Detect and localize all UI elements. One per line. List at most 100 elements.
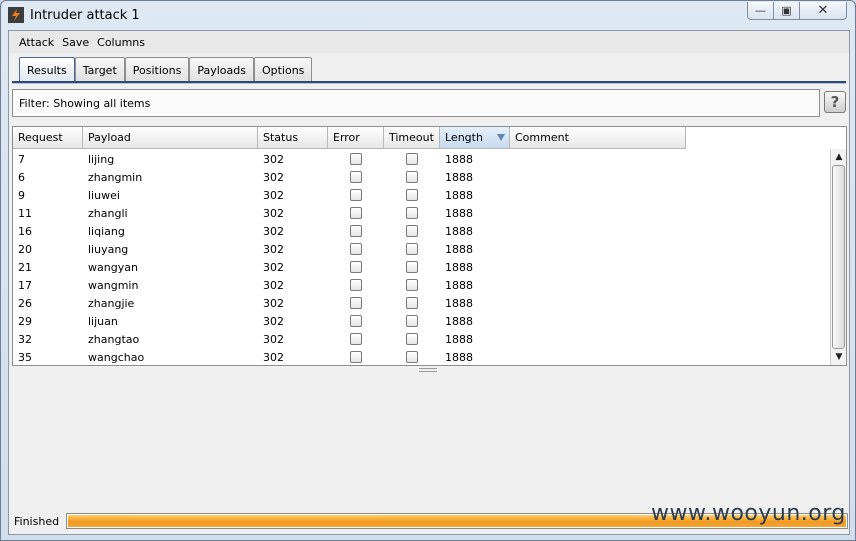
intruder-window: Intruder attack 1 — ▣ ✕ Attack Save Colu… [0, 0, 856, 541]
cell-request: 26 [18, 296, 32, 310]
title-bar[interactable]: Intruder attack 1 — ▣ ✕ [1, 1, 855, 31]
cell-error [328, 348, 384, 366]
table-row[interactable]: 21 wangyan 302 1888 [13, 258, 686, 276]
cell-request: 9 [18, 188, 25, 202]
table-row[interactable]: 9 liuwei 302 1888 [13, 186, 686, 204]
cell-timeout [384, 294, 440, 312]
cell-payload: zhangli [88, 206, 128, 220]
timeout-checkbox[interactable] [406, 189, 418, 201]
timeout-checkbox[interactable] [406, 225, 418, 237]
cell-timeout [384, 330, 440, 348]
help-button[interactable]: ? [824, 91, 846, 113]
error-checkbox[interactable] [350, 153, 362, 165]
menu-save[interactable]: Save [62, 36, 89, 49]
client-area: Attack Save Columns Results Target Posit… [8, 30, 850, 535]
timeout-checkbox[interactable] [406, 243, 418, 255]
cell-timeout [384, 258, 440, 276]
scroll-down-icon[interactable]: ▼ [833, 351, 845, 363]
error-checkbox[interactable] [350, 171, 362, 183]
cell-error [328, 276, 384, 294]
error-checkbox[interactable] [350, 225, 362, 237]
maximize-icon: ▣ [781, 4, 792, 17]
menu-attack[interactable]: Attack [19, 36, 54, 49]
scrollbar-thumb[interactable] [832, 165, 845, 349]
cell-length: 1888 [445, 278, 473, 292]
cell-comment [510, 258, 686, 276]
error-checkbox[interactable] [350, 351, 362, 363]
error-checkbox[interactable] [350, 315, 362, 327]
error-checkbox[interactable] [350, 333, 362, 345]
scroll-up-icon[interactable]: ▲ [833, 151, 845, 163]
tab-results[interactable]: Results [19, 57, 75, 83]
column-header-comment[interactable]: Comment [510, 127, 686, 149]
cell-comment [510, 222, 686, 240]
tab-divider [12, 81, 846, 84]
timeout-checkbox[interactable] [406, 261, 418, 273]
timeout-checkbox[interactable] [406, 207, 418, 219]
column-header-payload[interactable]: Payload [83, 127, 258, 149]
error-checkbox[interactable] [350, 189, 362, 201]
timeout-checkbox[interactable] [406, 297, 418, 309]
error-checkbox[interactable] [350, 261, 362, 273]
cell-length: 1888 [445, 296, 473, 310]
cell-comment [510, 294, 686, 312]
cell-payload: liqiang [88, 224, 125, 238]
error-checkbox[interactable] [350, 243, 362, 255]
timeout-checkbox[interactable] [406, 153, 418, 165]
cell-timeout [384, 240, 440, 258]
close-button[interactable]: ✕ [800, 2, 847, 20]
menu-bar: Attack Save Columns [9, 31, 849, 53]
cell-timeout [384, 168, 440, 186]
column-header-status[interactable]: Status [258, 127, 328, 149]
cell-status: 302 [263, 224, 284, 238]
minimize-button[interactable]: — [747, 2, 774, 20]
table-row[interactable]: 32 zhangtao 302 1888 [13, 330, 686, 348]
cell-timeout [384, 312, 440, 330]
table-row[interactable]: 11 zhangli 302 1888 [13, 204, 686, 222]
column-header-error[interactable]: Error [328, 127, 384, 149]
cell-error [328, 186, 384, 204]
table-row[interactable]: 17 wangmin 302 1888 [13, 276, 686, 294]
cell-error [328, 240, 384, 258]
column-header-length[interactable]: Length [440, 127, 510, 149]
cell-payload: zhangtao [88, 332, 140, 346]
cell-status: 302 [263, 170, 284, 184]
table-row[interactable]: 26 zhangjie 302 1888 [13, 294, 686, 312]
timeout-checkbox[interactable] [406, 279, 418, 291]
tab-target[interactable]: Target [74, 57, 125, 82]
cell-length: 1888 [445, 242, 473, 256]
table-row[interactable]: 6 zhangmin 302 1888 [13, 168, 686, 186]
tab-payloads[interactable]: Payloads [189, 57, 254, 82]
table-row[interactable]: 7 lijing 302 1888 [13, 150, 686, 168]
cell-payload: wangchao [88, 350, 145, 364]
error-checkbox[interactable] [350, 297, 362, 309]
table-row[interactable]: 20 liuyang 302 1888 [13, 240, 686, 258]
maximize-button[interactable]: ▣ [774, 2, 800, 20]
table-row[interactable]: 35 wangchao 302 1888 [13, 348, 686, 366]
cell-length: 1888 [445, 152, 473, 166]
results-table: Request Payload Status Error Timeout Len… [12, 126, 847, 366]
pane-splitter-handle[interactable] [419, 368, 437, 372]
cell-error [328, 204, 384, 222]
timeout-checkbox[interactable] [406, 351, 418, 363]
table-row[interactable]: 29 lijuan 302 1888 [13, 312, 686, 330]
error-checkbox[interactable] [350, 207, 362, 219]
menu-columns[interactable]: Columns [97, 36, 145, 49]
column-header-request[interactable]: Request [13, 127, 83, 149]
cell-length: 1888 [445, 224, 473, 238]
timeout-checkbox[interactable] [406, 315, 418, 327]
timeout-checkbox[interactable] [406, 171, 418, 183]
vertical-scrollbar[interactable]: ▲ ▼ [830, 149, 846, 365]
cell-status: 302 [263, 350, 284, 364]
burp-app-icon [8, 7, 24, 23]
table-row[interactable]: 16 liqiang 302 1888 [13, 222, 686, 240]
tab-positions[interactable]: Positions [124, 57, 190, 82]
tab-options[interactable]: Options [253, 57, 313, 82]
cell-status: 302 [263, 260, 284, 274]
cell-request: 11 [18, 206, 32, 220]
error-checkbox[interactable] [350, 279, 362, 291]
column-header-timeout[interactable]: Timeout [384, 127, 440, 149]
close-icon: ✕ [817, 3, 829, 18]
timeout-checkbox[interactable] [406, 333, 418, 345]
filter-bar[interactable]: Filter: Showing all items [12, 89, 820, 117]
